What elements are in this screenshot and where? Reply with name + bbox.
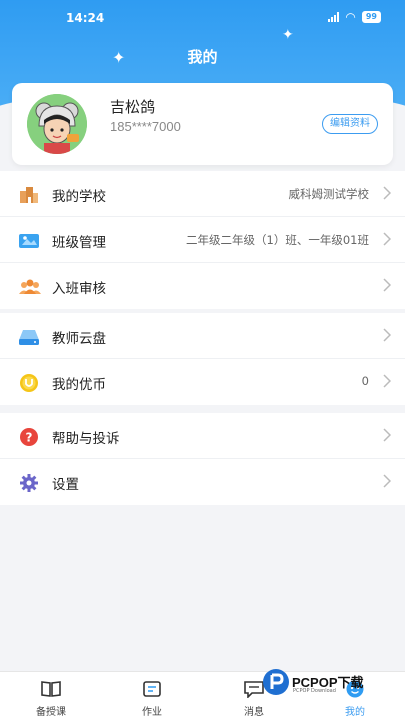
battery-icon: 99 (361, 11, 381, 23)
svg-text:?: ? (26, 431, 33, 445)
profile-name: 吉松鸽 (110, 99, 156, 116)
menu-item-label: 我的优币 (52, 377, 106, 393)
book-icon (41, 681, 61, 697)
help-icon: ? (18, 427, 38, 446)
menu-item-label: 我的学校 (52, 189, 106, 205)
page-title: 我的 (187, 48, 218, 66)
profile-card[interactable]: 吉松鸽 185****7000 编辑资料 (12, 83, 393, 165)
menu-item-my-coins[interactable]: 我的优币 0 (0, 359, 405, 405)
edit-profile-button[interactable]: 编辑资料 (322, 114, 378, 134)
chevron-right-icon (383, 328, 391, 342)
menu-item-class-management[interactable]: 班级管理 二年级二年级（1）班、一年级01班 (0, 217, 405, 263)
menu-item-cloud-drive[interactable]: 教师云盘 (0, 313, 405, 359)
profile-phone: 185****7000 (110, 119, 181, 134)
menu-group-assets: 教师云盘 我的优币 0 (0, 313, 405, 405)
status-time: 14:24 (66, 11, 105, 25)
menu-item-label: 教师云盘 (52, 331, 106, 347)
menu-item-my-school[interactable]: 我的学校 威科姆测试学校 (0, 171, 405, 217)
menu-item-value: 威科姆测试学校 (288, 187, 370, 201)
chevron-right-icon (383, 232, 391, 246)
menu-group-school: 我的学校 威科姆测试学校 班级管理 二年级二年级（1）班、一年级01班 入班审核 (0, 171, 405, 309)
tab-lesson-prep[interactable]: 备授课 (16, 672, 86, 720)
coin-icon (18, 373, 38, 392)
menu-item-help[interactable]: ? 帮助与投诉 (0, 413, 405, 459)
class-icon (18, 231, 39, 249)
wifi-icon: ◠ (345, 10, 356, 24)
cloud-drive-icon (18, 327, 39, 345)
menu-item-value: 0 (361, 374, 369, 388)
chevron-right-icon (383, 474, 391, 488)
chevron-right-icon (383, 428, 391, 442)
menu-item-label: 班级管理 (52, 235, 106, 251)
menu-item-label: 设置 (52, 477, 79, 493)
chevron-right-icon (383, 374, 391, 388)
chevron-right-icon (383, 186, 391, 200)
homework-icon (143, 681, 161, 697)
watermark-logo-icon (263, 669, 289, 695)
chevron-right-icon (383, 278, 391, 292)
menu-group-support: ? 帮助与投诉 设置 (0, 413, 405, 505)
school-icon (18, 185, 38, 203)
menu-item-value: 二年级二年级（1）班、一年级01班 (186, 233, 369, 247)
status-bar: 14:24 ◠ 99 (0, 0, 405, 36)
tab-label: 我的 (345, 707, 365, 718)
watermark: PCPOP下载 PCPOP Download (262, 664, 402, 704)
gear-icon (18, 473, 38, 492)
menu-item-label: 帮助与投诉 (52, 431, 120, 447)
tab-label: 作业 (142, 707, 162, 718)
tab-homework[interactable]: 作业 (117, 672, 187, 720)
tab-label: 备授课 (36, 707, 66, 718)
tab-label: 消息 (244, 707, 264, 718)
menu-item-label: 入班审核 (52, 281, 106, 297)
signal-icon (328, 12, 340, 22)
menu-item-join-review[interactable]: 入班审核 (0, 263, 405, 309)
watermark-sub: PCPOP Download (293, 688, 336, 694)
avatar[interactable] (27, 94, 87, 154)
menu-item-settings[interactable]: 设置 (0, 459, 405, 505)
people-icon (18, 277, 41, 295)
